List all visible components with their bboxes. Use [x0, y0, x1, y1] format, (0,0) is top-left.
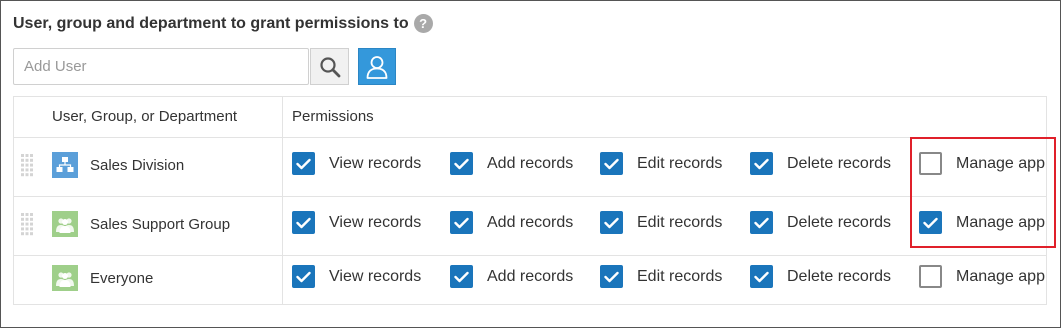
entity-name: Everyone: [90, 270, 154, 287]
permission-label: View records: [329, 267, 422, 285]
checkbox-checked-icon[interactable]: [750, 265, 773, 288]
checkbox-checked-icon[interactable]: [450, 265, 473, 288]
checkbox-checked-icon[interactable]: [292, 265, 315, 288]
permission-label: Edit records: [637, 267, 723, 285]
permission-label: Add records: [487, 213, 574, 231]
checkbox-checked-icon[interactable]: [600, 152, 623, 175]
permission-label: View records: [329, 213, 422, 231]
user-picker-button[interactable]: [358, 48, 396, 85]
checkbox-checked-icon[interactable]: [750, 152, 773, 175]
permission-label: Add records: [487, 267, 574, 285]
permission-label: Delete records: [787, 267, 892, 285]
permission-edit-records[interactable]: Edit records: [600, 265, 722, 288]
permission-manage-app[interactable]: Manage app: [919, 265, 1045, 288]
permission-label: Add records: [487, 154, 574, 172]
search-button[interactable]: [310, 48, 349, 85]
user-icon: [366, 55, 388, 79]
column-header-entity: User, Group, or Department: [52, 108, 238, 125]
column-header-permissions: Permissions: [292, 108, 374, 125]
permission-label: Delete records: [787, 154, 892, 172]
permissions-table: User, Group, or Department Permissions S…: [13, 96, 1047, 305]
permission-add-records[interactable]: Add records: [450, 211, 573, 234]
checkbox-checked-icon[interactable]: [750, 211, 773, 234]
permission-delete-records[interactable]: Delete records: [750, 265, 891, 288]
checkbox-checked-icon[interactable]: [600, 265, 623, 288]
permission-edit-records[interactable]: Edit records: [600, 211, 722, 234]
permission-view-records[interactable]: View records: [292, 211, 421, 234]
add-user-input[interactable]: [13, 48, 309, 85]
permission-add-records[interactable]: Add records: [450, 152, 573, 175]
permission-label: Manage app: [956, 267, 1045, 285]
permission-view-records[interactable]: View records: [292, 265, 421, 288]
permission-delete-records[interactable]: Delete records: [750, 211, 891, 234]
permission-label: Edit records: [637, 154, 723, 172]
table-row: Everyone View records Add records Edit reco…: [14, 255, 1046, 305]
search-icon: [319, 56, 340, 77]
permission-label: View records: [329, 154, 422, 172]
checkbox-checked-icon[interactable]: [292, 152, 315, 175]
entity-name: Sales Support Group: [90, 216, 231, 233]
checkbox-checked-icon[interactable]: [450, 152, 473, 175]
section-heading: User, group and department to grant perm…: [13, 14, 433, 33]
department-icon: [52, 152, 78, 178]
checkbox-checked-icon[interactable]: [292, 211, 315, 234]
table-header: User, Group, or Department Permissions: [14, 97, 1046, 137]
checkbox-checked-icon[interactable]: [450, 211, 473, 234]
drag-handle-icon[interactable]: [20, 152, 34, 178]
checkbox-checked-icon[interactable]: [600, 211, 623, 234]
section-heading-text: User, group and department to grant perm…: [13, 14, 409, 32]
manage-app-highlight: [910, 137, 1056, 248]
table-row: Sales Division View records Add records Edi…: [14, 137, 1046, 196]
table-row: Sales Support Group View records Add recor…: [14, 196, 1046, 255]
entity-name: Sales Division: [90, 157, 185, 174]
permission-label: Edit records: [637, 213, 723, 231]
permission-edit-records[interactable]: Edit records: [600, 152, 722, 175]
group-icon: [52, 211, 78, 237]
help-icon[interactable]: ?: [413, 14, 433, 33]
permission-label: Delete records: [787, 213, 892, 231]
group-icon: [52, 265, 78, 291]
checkbox-unchecked-icon[interactable]: [919, 265, 942, 288]
permission-view-records[interactable]: View records: [292, 152, 421, 175]
permission-add-records[interactable]: Add records: [450, 265, 573, 288]
drag-handle-icon[interactable]: [20, 211, 34, 237]
permission-delete-records[interactable]: Delete records: [750, 152, 891, 175]
